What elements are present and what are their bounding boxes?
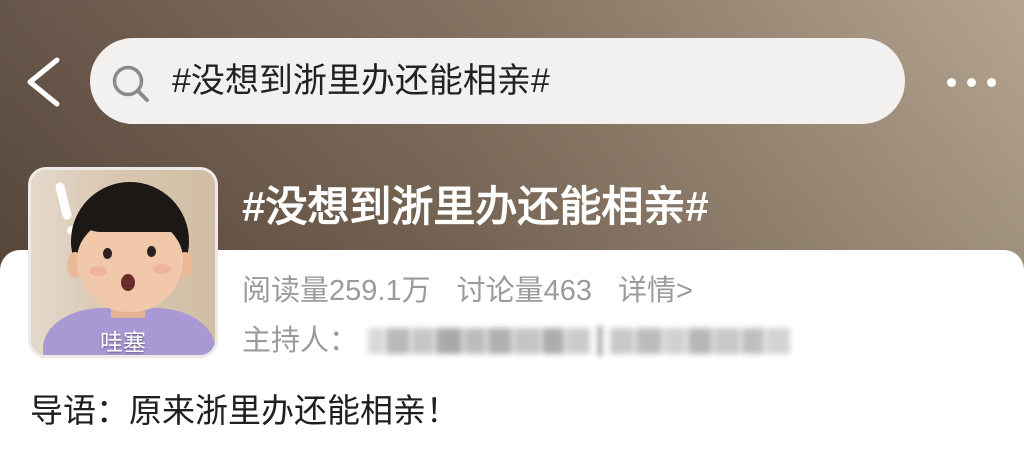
intro-text: 原来浙里办还能相亲！ xyxy=(129,392,459,429)
blur-block xyxy=(688,328,712,354)
blur-separator xyxy=(598,326,602,356)
more-icon-dot xyxy=(946,77,956,87)
search-bar[interactable]: #没想到浙里办还能相亲# xyxy=(90,38,905,124)
more-button[interactable] xyxy=(938,66,1002,98)
avatar-caption: 哇塞 xyxy=(100,329,146,355)
intro-label: 导语： xyxy=(30,392,129,429)
blur-block xyxy=(610,328,634,354)
blur-block xyxy=(664,328,686,354)
more-icon-dot xyxy=(966,77,976,87)
blur-block xyxy=(742,328,764,354)
discussion-count: 讨论量463 xyxy=(457,272,592,310)
discussion-count-value: 463 xyxy=(543,275,592,307)
topic-intro: 导语：原来浙里办还能相亲！ xyxy=(30,390,459,432)
blur-block xyxy=(412,328,434,354)
blur-block xyxy=(514,328,540,354)
blur-block xyxy=(766,328,790,354)
search-icon xyxy=(112,65,149,102)
read-count-value: 259.1万 xyxy=(329,275,431,307)
blur-block xyxy=(368,328,384,354)
back-button[interactable] xyxy=(20,52,68,112)
host-label: 主持人： xyxy=(242,325,359,357)
blur-block xyxy=(714,328,740,354)
topic-title: #没想到浙里办还能相亲# xyxy=(242,183,709,230)
blur-block xyxy=(636,328,662,354)
avatar-exclamation-mark xyxy=(54,181,73,221)
read-count-label: 阅读量 xyxy=(242,275,330,307)
details-link[interactable]: 详情> xyxy=(618,272,693,310)
discussion-count-label: 讨论量 xyxy=(456,275,544,307)
avatar-cheek xyxy=(153,264,171,274)
blur-block xyxy=(542,328,564,354)
avatar-eye xyxy=(147,246,156,257)
blur-block xyxy=(566,328,590,354)
blur-block xyxy=(436,328,462,354)
avatar-bangs xyxy=(81,194,181,232)
more-icon-dot xyxy=(986,77,996,87)
search-query[interactable]: #没想到浙里办还能相亲# xyxy=(172,38,550,124)
avatar-cheek xyxy=(89,266,107,276)
read-count: 阅读量259.1万 xyxy=(242,272,431,310)
topic-avatar: 哇塞 xyxy=(28,167,218,358)
avatar-eye xyxy=(103,248,112,259)
blur-block xyxy=(464,328,486,354)
topic-stats: 阅读量259.1万 讨论量463 详情> xyxy=(242,272,693,310)
host-name-blurred[interactable] xyxy=(368,324,792,358)
chevron-left-icon xyxy=(27,57,60,107)
avatar-mouth xyxy=(121,274,135,291)
blur-block xyxy=(386,328,410,354)
blur-block xyxy=(488,328,512,354)
